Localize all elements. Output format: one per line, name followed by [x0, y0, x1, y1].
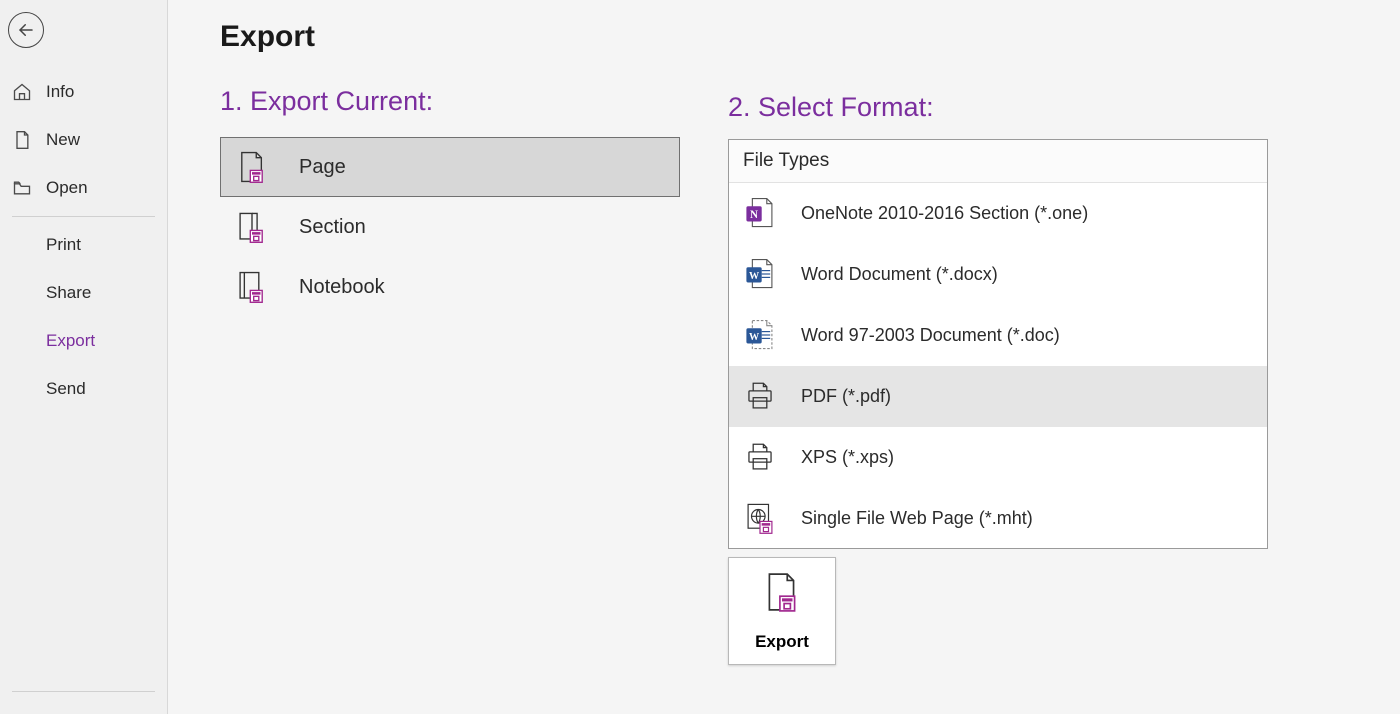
sidebar-item-label: Info — [46, 82, 74, 102]
file-types-header: File Types — [729, 140, 1267, 183]
onenote-icon: N — [743, 196, 777, 230]
page-save-icon — [235, 150, 269, 184]
format-option-label: PDF (*.pdf) — [801, 386, 891, 407]
printer-icon — [743, 379, 777, 413]
scope-option-notebook[interactable]: Notebook — [220, 257, 680, 317]
main-content: Export 1. Export Current: Page Section — [168, 0, 1400, 714]
format-option-label: XPS (*.xps) — [801, 447, 894, 468]
export-scope-heading: 1. Export Current: — [220, 86, 680, 117]
export-scope-column: 1. Export Current: Page Section — [220, 86, 680, 665]
sidebar-item-label: Send — [46, 379, 86, 399]
export-format-column: 2. Select Format: File Types N OneNote 2… — [728, 86, 1268, 665]
export-scope-list: Page Section Notebook — [220, 137, 680, 317]
scope-option-label: Notebook — [299, 276, 385, 299]
back-button[interactable] — [8, 12, 44, 48]
page-icon — [12, 130, 32, 150]
format-option-word-docx[interactable]: W Word Document (*.docx) — [729, 244, 1267, 305]
svg-text:W: W — [749, 332, 760, 343]
sidebar-item-info[interactable]: Info — [0, 68, 167, 116]
export-format-heading: 2. Select Format: — [728, 92, 1268, 123]
format-option-label: Word 97-2003 Document (*.doc) — [801, 325, 1060, 346]
sidebar-item-label: New — [46, 130, 80, 150]
export-button[interactable]: Export — [728, 557, 836, 665]
sidebar-item-label: Export — [46, 331, 95, 351]
format-option-label: OneNote 2010-2016 Section (*.one) — [801, 203, 1088, 224]
home-icon — [12, 82, 32, 102]
word-legacy-icon: W — [743, 318, 777, 352]
section-save-icon — [235, 210, 269, 244]
sidebar-item-print[interactable]: Print — [0, 221, 167, 269]
scope-option-label: Section — [299, 216, 366, 239]
format-option-label: Single File Web Page (*.mht) — [801, 508, 1033, 529]
sidebar-item-export[interactable]: Export — [0, 317, 167, 365]
page-title: Export — [220, 20, 1360, 54]
format-option-label: Word Document (*.docx) — [801, 264, 998, 285]
web-save-icon — [743, 501, 777, 535]
printer-icon — [743, 440, 777, 474]
notebook-save-icon — [235, 270, 269, 304]
arrow-left-icon — [17, 21, 35, 39]
sidebar-item-label: Open — [46, 178, 88, 198]
sidebar-item-new[interactable]: New — [0, 116, 167, 164]
svg-text:W: W — [749, 271, 760, 282]
format-option-word-doc[interactable]: W Word 97-2003 Document (*.doc) — [729, 305, 1267, 366]
folder-icon — [12, 178, 32, 198]
format-option-onenote[interactable]: N OneNote 2010-2016 Section (*.one) — [729, 183, 1267, 244]
sidebar-divider — [12, 691, 155, 692]
sidebar-item-share[interactable]: Share — [0, 269, 167, 317]
export-button-label: Export — [755, 632, 809, 652]
sidebar-item-label: Share — [46, 283, 91, 303]
scope-option-label: Page — [299, 156, 346, 179]
file-types-panel: File Types N OneNote 2010-2016 Section (… — [728, 139, 1268, 549]
page-save-icon — [761, 571, 803, 618]
backstage-sidebar: Info New Open Print Share Export Send — [0, 0, 168, 714]
format-option-mht[interactable]: Single File Web Page (*.mht) — [729, 488, 1267, 548]
format-option-xps[interactable]: XPS (*.xps) — [729, 427, 1267, 488]
sidebar-item-label: Print — [46, 235, 81, 255]
sidebar-item-open[interactable]: Open — [0, 164, 167, 212]
sidebar-divider — [12, 216, 155, 217]
sidebar-item-send[interactable]: Send — [0, 365, 167, 413]
svg-text:N: N — [750, 209, 758, 221]
scope-option-section[interactable]: Section — [220, 197, 680, 257]
word-icon: W — [743, 257, 777, 291]
scope-option-page[interactable]: Page — [220, 137, 680, 197]
format-option-pdf[interactable]: PDF (*.pdf) — [729, 366, 1267, 427]
